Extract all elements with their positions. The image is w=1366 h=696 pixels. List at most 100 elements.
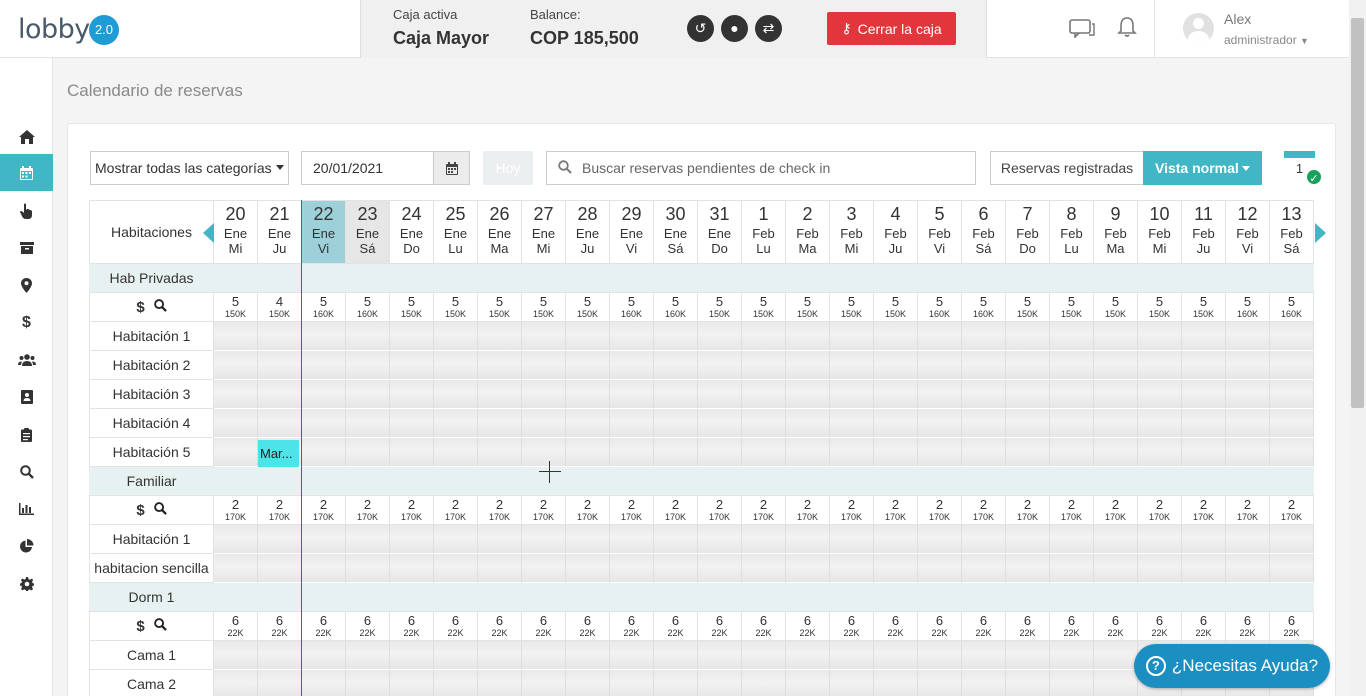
reservation-slot[interactable] bbox=[478, 322, 522, 351]
reservation-slot[interactable] bbox=[390, 409, 434, 438]
reservation-slot[interactable] bbox=[1226, 525, 1270, 554]
reservation-slot[interactable] bbox=[1182, 322, 1226, 351]
reservation-slot[interactable] bbox=[566, 380, 610, 409]
availability-price-cell[interactable]: 6 22K bbox=[522, 612, 566, 641]
page-scrollbar[interactable] bbox=[1349, 0, 1366, 696]
dollar-icon[interactable]: $ bbox=[136, 618, 144, 635]
view-button[interactable]: ● bbox=[721, 15, 748, 42]
reservation-slot[interactable] bbox=[1138, 322, 1182, 351]
scrollbar-thumb[interactable] bbox=[1351, 18, 1364, 408]
reservation-slot[interactable] bbox=[830, 409, 874, 438]
reservation-slot[interactable] bbox=[1270, 525, 1314, 554]
reservation-slot[interactable] bbox=[214, 438, 258, 467]
reservation-slot[interactable] bbox=[1226, 409, 1270, 438]
reservation-slot[interactable] bbox=[654, 409, 698, 438]
reservation-slot[interactable] bbox=[654, 351, 698, 380]
reservation-slot[interactable] bbox=[478, 438, 522, 467]
reservation-slot[interactable] bbox=[874, 641, 918, 670]
availability-price-cell[interactable]: 6 22K bbox=[698, 612, 742, 641]
reservation-slot[interactable] bbox=[1138, 438, 1182, 467]
reservation-slot[interactable] bbox=[390, 438, 434, 467]
reservation-slot[interactable] bbox=[698, 554, 742, 583]
reservation-slot[interactable] bbox=[434, 409, 478, 438]
reservation-slot[interactable] bbox=[1226, 438, 1270, 467]
reservation-slot[interactable] bbox=[302, 670, 346, 696]
reservation-slot[interactable] bbox=[1182, 554, 1226, 583]
reservation-slot[interactable] bbox=[1094, 351, 1138, 380]
reservation-slot[interactable] bbox=[1050, 670, 1094, 696]
availability-price-cell[interactable]: 5 160K bbox=[610, 293, 654, 322]
avatar[interactable] bbox=[1183, 13, 1214, 44]
reservation-slot[interactable] bbox=[698, 409, 742, 438]
reservation-slot[interactable] bbox=[1182, 409, 1226, 438]
sidebar-item-archive[interactable] bbox=[0, 229, 53, 266]
availability-price-cell[interactable]: 2 170K bbox=[1138, 496, 1182, 525]
reservation-slot[interactable] bbox=[874, 409, 918, 438]
availability-price-cell[interactable]: 6 22K bbox=[610, 612, 654, 641]
availability-price-cell[interactable]: 5 150K bbox=[786, 293, 830, 322]
availability-price-cell[interactable]: 2 170K bbox=[1270, 496, 1314, 525]
reservation-slot[interactable] bbox=[742, 670, 786, 696]
reservation-slot[interactable] bbox=[654, 641, 698, 670]
reservation-slot[interactable] bbox=[1050, 351, 1094, 380]
reservation-slot[interactable] bbox=[830, 380, 874, 409]
reservation-slot[interactable] bbox=[1270, 351, 1314, 380]
registered-reservations-button[interactable]: Reservas registradas bbox=[990, 151, 1144, 185]
availability-price-cell[interactable]: 6 22K bbox=[1182, 612, 1226, 641]
availability-price-cell[interactable]: 5 160K bbox=[346, 293, 390, 322]
reservation-slot[interactable] bbox=[258, 322, 302, 351]
reservation-slot[interactable] bbox=[830, 670, 874, 696]
availability-price-cell[interactable]: 5 160K bbox=[302, 293, 346, 322]
reservation-slot[interactable] bbox=[1094, 554, 1138, 583]
reservation-slot[interactable] bbox=[434, 380, 478, 409]
availability-price-cell[interactable]: 6 22K bbox=[214, 612, 258, 641]
availability-price-cell[interactable]: 6 22K bbox=[830, 612, 874, 641]
availability-price-cell[interactable]: 5 150K bbox=[1006, 293, 1050, 322]
reservation-slot[interactable] bbox=[918, 351, 962, 380]
availability-price-cell[interactable]: 5 150K bbox=[1050, 293, 1094, 322]
reservation-slot[interactable] bbox=[1270, 438, 1314, 467]
reservation-slot[interactable] bbox=[698, 380, 742, 409]
reservation-slot[interactable] bbox=[698, 438, 742, 467]
reservation-slot[interactable] bbox=[962, 409, 1006, 438]
availability-price-cell[interactable]: 6 22K bbox=[1138, 612, 1182, 641]
reservation-slot[interactable] bbox=[1270, 322, 1314, 351]
availability-price-cell[interactable]: 2 170K bbox=[214, 496, 258, 525]
reservation-slot[interactable] bbox=[346, 525, 390, 554]
reservation-slot[interactable] bbox=[610, 670, 654, 696]
reservation-slot[interactable] bbox=[654, 525, 698, 554]
reservation-slot[interactable] bbox=[830, 438, 874, 467]
search-icon[interactable] bbox=[153, 299, 167, 315]
reservation-slot[interactable] bbox=[522, 438, 566, 467]
availability-price-cell[interactable]: 6 22K bbox=[654, 612, 698, 641]
reservation-slot[interactable] bbox=[478, 351, 522, 380]
reservation-slot[interactable] bbox=[346, 438, 390, 467]
reservation-slot[interactable] bbox=[434, 554, 478, 583]
availability-price-cell[interactable]: 5 150K bbox=[1094, 293, 1138, 322]
reservation-slot[interactable] bbox=[1094, 641, 1138, 670]
search-icon[interactable] bbox=[153, 618, 167, 634]
reservation-slot[interactable] bbox=[214, 380, 258, 409]
availability-price-cell[interactable]: 6 22K bbox=[258, 612, 302, 641]
reservation-slot[interactable] bbox=[434, 322, 478, 351]
reservation-slot[interactable] bbox=[214, 351, 258, 380]
reservation-slot[interactable] bbox=[654, 670, 698, 696]
availability-price-cell[interactable]: 2 170K bbox=[1226, 496, 1270, 525]
reservation-slot[interactable] bbox=[1094, 322, 1138, 351]
reservation-slot[interactable] bbox=[1182, 525, 1226, 554]
help-button[interactable]: ? ¿Necesitas Ayuda? bbox=[1134, 644, 1330, 688]
reservation-slot[interactable] bbox=[346, 351, 390, 380]
reservation-slot[interactable] bbox=[1006, 641, 1050, 670]
reservation-slot[interactable] bbox=[918, 409, 962, 438]
availability-price-cell[interactable]: 2 170K bbox=[962, 496, 1006, 525]
reservation-slot[interactable] bbox=[522, 409, 566, 438]
reservation-slot[interactable] bbox=[522, 641, 566, 670]
reservation-slot[interactable] bbox=[214, 554, 258, 583]
reservation-slot[interactable] bbox=[434, 525, 478, 554]
history-button[interactable]: ↺ bbox=[687, 15, 714, 42]
reservation-slot[interactable] bbox=[346, 641, 390, 670]
sidebar-item-pie-chart[interactable] bbox=[0, 528, 53, 565]
reservation-slot[interactable] bbox=[390, 670, 434, 696]
availability-price-cell[interactable]: 2 170K bbox=[1006, 496, 1050, 525]
reservation-slot[interactable] bbox=[654, 554, 698, 583]
